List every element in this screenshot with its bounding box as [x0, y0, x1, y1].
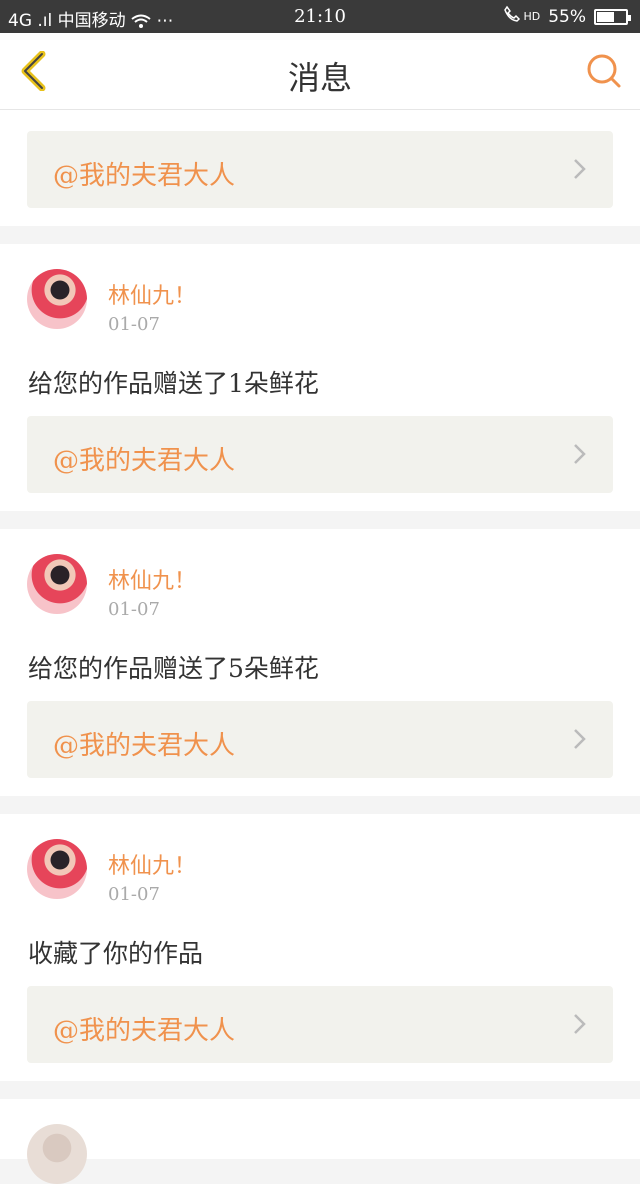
work-link-label: @我的夫君大人: [53, 446, 236, 476]
message-list[interactable]: @我的夫君大人 林仙九！ 01-07 给您的作品赠送了1朵鲜花 @我的夫君大人 …: [0, 110, 640, 1184]
username[interactable]: 林仙九！: [108, 278, 196, 310]
search-icon: [587, 54, 621, 88]
work-link-label: @我的夫君大人: [53, 1016, 236, 1046]
chevron-right-icon: [574, 444, 586, 464]
list-item: 林仙九！ 01-07 给您的作品赠送了1朵鲜花 @我的夫君大人: [0, 244, 640, 511]
work-link-label: @我的夫君大人: [53, 161, 236, 191]
work-link[interactable]: @我的夫君大人: [27, 416, 613, 493]
work-link[interactable]: @我的夫君大人: [27, 986, 613, 1063]
chevron-left-icon: [21, 50, 46, 92]
nav-bar: 消息: [0, 33, 640, 110]
message-text: 收藏了你的作品: [28, 939, 204, 968]
chevron-right-icon: [574, 729, 586, 749]
avatar[interactable]: [27, 269, 87, 329]
message-text: 给您的作品赠送了1朵鲜花: [28, 369, 319, 398]
call-icon: [503, 5, 521, 28]
message-date: 01-07: [108, 884, 160, 905]
message-date: 01-07: [108, 314, 160, 335]
battery-icon: [594, 8, 631, 25]
back-button[interactable]: [18, 50, 50, 92]
username[interactable]: 林仙九！: [108, 848, 196, 880]
chevron-right-icon: [574, 1014, 586, 1034]
status-right: HD 55%: [503, 5, 631, 28]
chevron-right-icon: [574, 159, 586, 179]
page-title: 消息: [287, 59, 352, 97]
work-link[interactable]: @我的夫君大人: [27, 701, 613, 778]
message-date: 01-07: [108, 599, 160, 620]
battery-percent: 55%: [548, 6, 586, 27]
search-button[interactable]: [586, 53, 622, 89]
list-item: 林仙九！ 01-07 收藏了你的作品 @我的夫君大人: [0, 814, 640, 1081]
list-item: @我的夫君大人: [0, 110, 640, 226]
avatar[interactable]: [27, 1124, 87, 1184]
username[interactable]: 林仙九！: [108, 563, 196, 595]
work-link-label: @我的夫君大人: [53, 731, 236, 761]
avatar[interactable]: [27, 839, 87, 899]
list-item: [0, 1099, 640, 1184]
avatar[interactable]: [27, 554, 87, 614]
message-text: 给您的作品赠送了5朵鲜花: [28, 654, 319, 683]
status-bar: 4G .ıl 中国移动 ⋯ 21:10 HD 55%: [0, 0, 640, 33]
hd-badge: HD: [523, 10, 541, 23]
list-item: 林仙九！ 01-07 给您的作品赠送了5朵鲜花 @我的夫君大人: [0, 529, 640, 796]
work-link[interactable]: @我的夫君大人: [27, 131, 613, 208]
